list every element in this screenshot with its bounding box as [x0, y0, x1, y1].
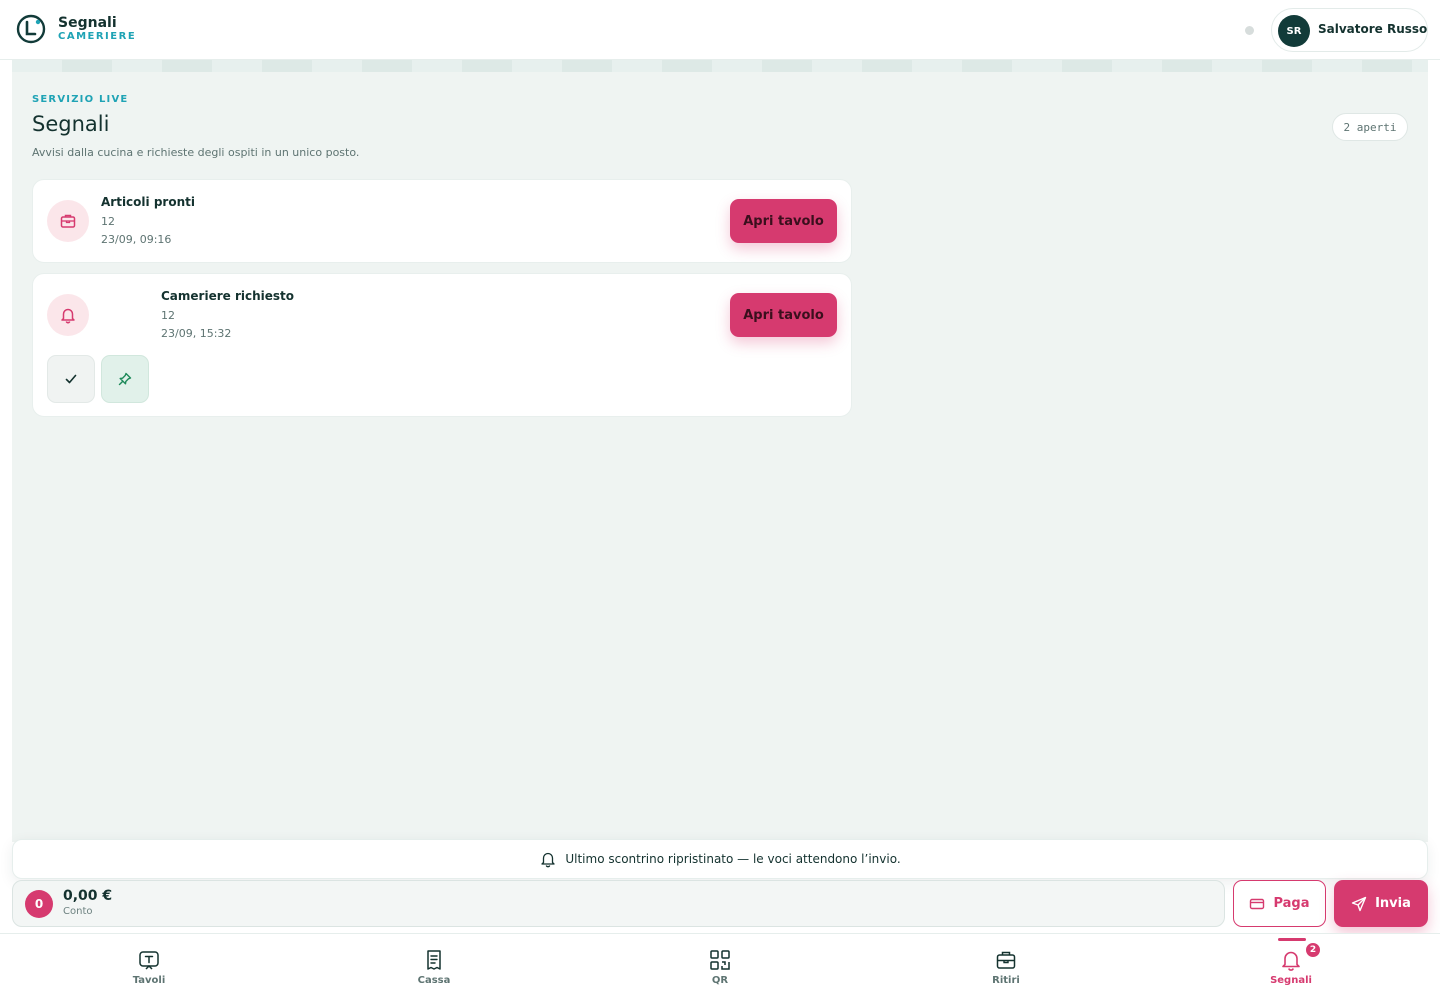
- nav-item-qr[interactable]: QR: [660, 934, 780, 1000]
- app-title: Segnali: [58, 15, 117, 31]
- app-subtitle: CAMERIERE: [58, 31, 137, 42]
- page-title: Segnali: [32, 112, 110, 136]
- nav-item-cash[interactable]: Cassa: [374, 934, 494, 1000]
- app-header: Segnali CAMERIERE SR Salvatore Russo: [0, 0, 1440, 60]
- table-icon: [136, 947, 162, 973]
- signal-time: 23/09, 15:32: [161, 327, 232, 340]
- logo-icon: [16, 14, 46, 44]
- toast-notification: Ultimo scontrino ripristinato — le voci …: [12, 839, 1428, 879]
- package-icon: [47, 200, 89, 242]
- receipt-icon: [421, 947, 447, 973]
- bell-icon: [541, 852, 556, 868]
- nav-label: Segnali: [1270, 975, 1312, 986]
- notification-badge: 2: [1304, 941, 1322, 959]
- nav-label: QR: [711, 975, 729, 986]
- signal-card: Articoli pronti 12 23/09, 09:16 Apri tav…: [32, 179, 852, 263]
- signal-title: Articoli pronti: [101, 195, 195, 209]
- nav-label: Tavoli: [132, 975, 166, 986]
- bill-item-count: 0: [25, 890, 53, 918]
- signal-card: Cameriere richiesto 12 23/09, 15:32 Apri…: [32, 273, 852, 417]
- card-icon: [1250, 898, 1265, 909]
- bill-summary[interactable]: 0 0,00 € Conto: [12, 880, 1225, 927]
- acknowledge-button[interactable]: [47, 355, 95, 403]
- send-icon: [1351, 896, 1367, 911]
- page-subtitle: Avvisi dalla cucina e richieste degli os…: [32, 146, 360, 159]
- signal-table: 12: [101, 215, 115, 228]
- section-eyebrow: SERVIZIO LIVE: [32, 94, 129, 105]
- avatar: SR: [1278, 15, 1310, 47]
- qr-icon: [707, 947, 733, 973]
- signal-table: 12: [161, 309, 175, 322]
- active-indicator: [1278, 938, 1306, 941]
- send-label: Invia: [1375, 896, 1411, 911]
- pay-label: Paga: [1273, 896, 1310, 911]
- nav-item-tables[interactable]: Tavoli: [89, 934, 209, 1000]
- bell-icon: [47, 294, 89, 336]
- connection-status-dot: [1245, 26, 1254, 35]
- package-icon: [993, 947, 1019, 973]
- open-table-button[interactable]: Apri tavolo: [730, 293, 837, 337]
- signal-title: Cameriere richiesto: [161, 289, 295, 303]
- bill-label: Conto: [63, 906, 93, 917]
- check-icon: [65, 374, 77, 384]
- nav-label: Cassa: [417, 975, 451, 986]
- bottom-nav: Tavoli Cassa QR Ritiri 2 Segnali: [0, 933, 1440, 1000]
- pay-button[interactable]: Paga: [1233, 880, 1326, 927]
- nav-item-pickups[interactable]: Ritiri: [946, 934, 1066, 1000]
- bell-icon: [1278, 947, 1304, 973]
- nav-label: Ritiri: [992, 975, 1020, 986]
- toast-text: Ultimo scontrino ripristinato — le voci …: [565, 852, 901, 866]
- nav-item-signals[interactable]: 2 Segnali: [1231, 934, 1351, 1000]
- signal-time: 23/09, 09:16: [101, 233, 172, 246]
- pin-button[interactable]: [101, 355, 149, 403]
- user-menu[interactable]: SR Salvatore Russo: [1271, 8, 1428, 52]
- user-name: Salvatore Russo: [1318, 22, 1428, 36]
- open-count-badge: 2 aperti: [1332, 113, 1408, 141]
- open-table-button[interactable]: Apri tavolo: [730, 199, 837, 243]
- pin-icon: [118, 372, 132, 386]
- send-button[interactable]: Invia: [1334, 880, 1428, 927]
- bill-total: 0,00 €: [63, 888, 113, 904]
